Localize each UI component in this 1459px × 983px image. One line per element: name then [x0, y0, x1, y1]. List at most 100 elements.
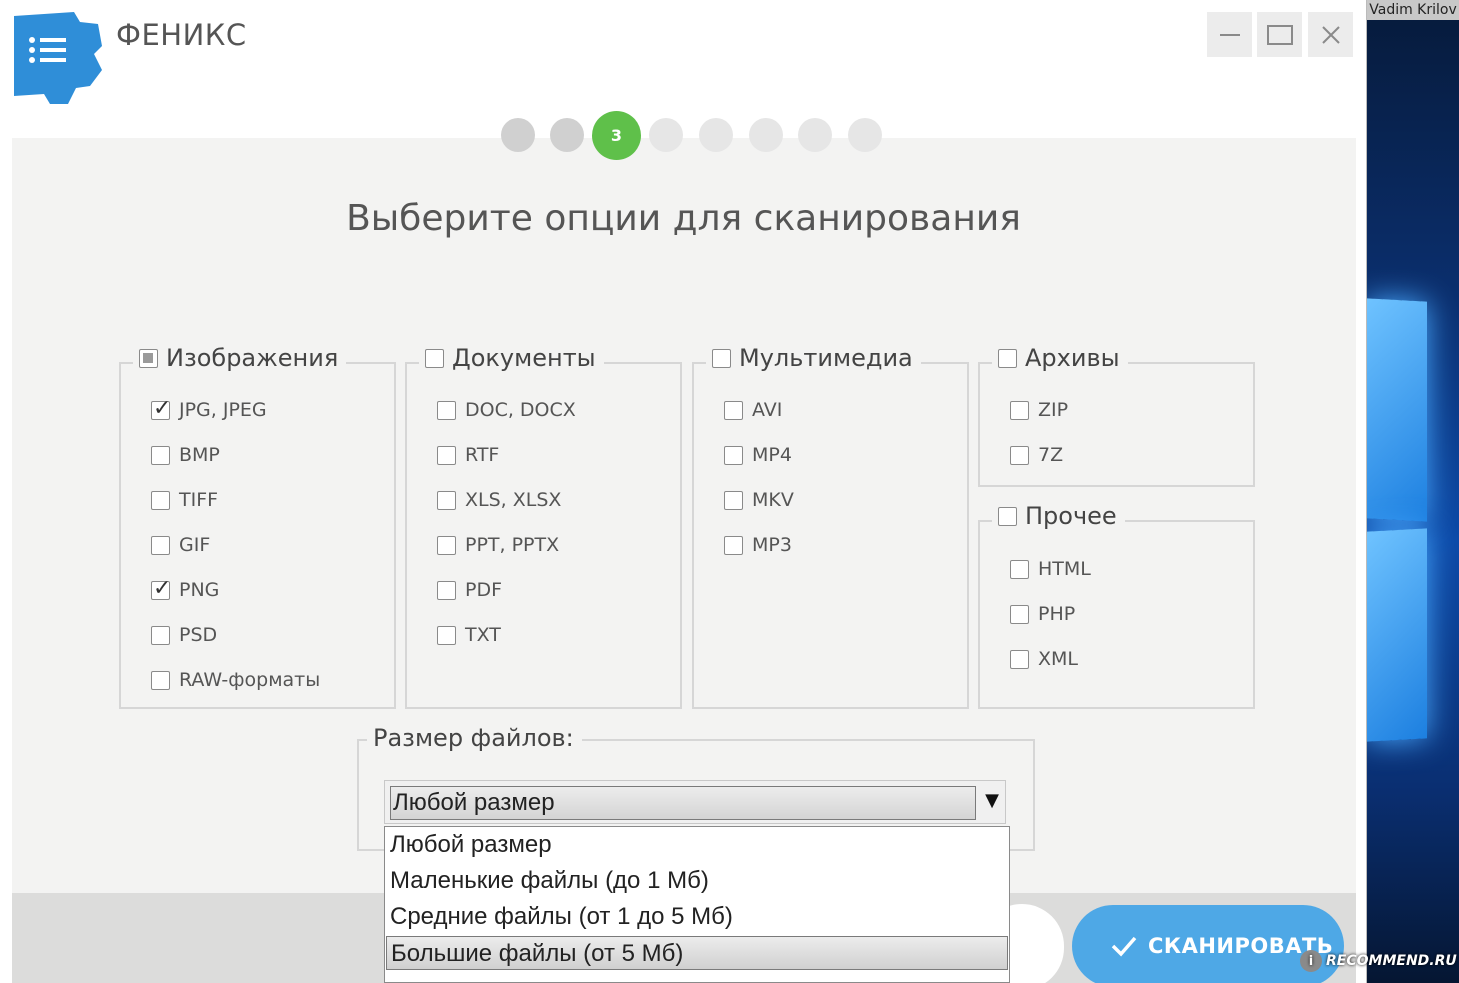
group-documents: Документы DOC, DOCX RTF XLS, XLSX PPT, P…	[405, 344, 682, 709]
group-archives-checkbox[interactable]	[998, 348, 1017, 368]
group-images-header[interactable]: Изображения	[133, 344, 347, 372]
option-jpg[interactable]: JPG, JPEG	[151, 396, 267, 421]
checkbox[interactable]	[1010, 445, 1029, 465]
group-documents-checkbox[interactable]	[425, 348, 444, 368]
checkbox[interactable]	[724, 490, 743, 510]
windows-logo-pane	[1367, 528, 1427, 742]
checkbox[interactable]	[1010, 400, 1029, 420]
checkbox[interactable]	[437, 445, 456, 465]
option-php[interactable]: PHP	[1010, 603, 1075, 625]
option-html[interactable]: HTML	[1010, 558, 1091, 580]
group-archives-label: Архивы	[1025, 344, 1120, 372]
checkbox[interactable]	[724, 535, 743, 555]
group-other-checkbox[interactable]	[998, 506, 1017, 526]
group-documents-label: Документы	[452, 344, 596, 372]
file-size-label: Размер файлов:	[367, 724, 582, 752]
checkbox[interactable]	[151, 535, 170, 555]
option-label: ZIP	[1038, 399, 1069, 421]
user-name-label: Vadim Krilov	[1367, 0, 1459, 20]
wizard-step	[699, 118, 733, 152]
group-documents-header[interactable]: Документы	[419, 344, 604, 372]
app-title: ФЕНИКС	[116, 18, 247, 52]
option-gif[interactable]: GIF	[151, 534, 210, 556]
option-label: TIFF	[179, 489, 219, 511]
close-icon	[1321, 25, 1340, 44]
dropdown-option[interactable]: Средние файлы (от 1 до 5 Мб)	[386, 900, 1008, 934]
app-window: ФЕНИКС 3 Выберите опции для сканирования…	[0, 0, 1367, 983]
wizard-step	[649, 118, 683, 152]
option-raw[interactable]: RAW-форматы	[151, 669, 320, 691]
option-label: AVI	[752, 399, 783, 421]
option-label: GIF	[179, 534, 211, 556]
option-avi[interactable]: AVI	[724, 399, 782, 421]
file-size-dropdown-list: Любой размер Маленькие файлы (до 1 Мб) С…	[384, 826, 1010, 983]
dropdown-option[interactable]: Маленькие файлы (до 1 Мб)	[386, 864, 1008, 898]
option-xml[interactable]: XML	[1010, 648, 1078, 670]
checkbox[interactable]	[151, 445, 170, 465]
option-label: XLS, XLSX	[465, 489, 562, 511]
page-title: Выберите опции для сканирования	[346, 198, 1021, 239]
option-bmp[interactable]: BMP	[151, 444, 220, 466]
option-label: DOC, DOCX	[465, 399, 576, 421]
minimize-icon	[1219, 33, 1240, 36]
wizard-step	[848, 118, 882, 152]
option-label: RTF	[465, 444, 500, 466]
option-7z[interactable]: 7Z	[1010, 444, 1063, 466]
checkbox[interactable]	[151, 576, 171, 601]
maximize-button[interactable]	[1257, 12, 1302, 57]
option-label: XML	[1038, 648, 1078, 670]
group-other-header[interactable]: Прочее	[992, 502, 1125, 530]
group-images: Изображения JPG, JPEG BMP TIFF GIF PNG P…	[119, 344, 396, 709]
checkbox[interactable]	[437, 535, 456, 555]
option-ppt[interactable]: PPT, PPTX	[437, 534, 559, 556]
checkbox[interactable]	[437, 490, 456, 510]
group-archives-header[interactable]: Архивы	[992, 344, 1128, 372]
option-label: MP3	[752, 534, 792, 556]
option-doc[interactable]: DOC, DOCX	[437, 399, 576, 421]
option-label: MKV	[752, 489, 794, 511]
dropdown-option-highlighted[interactable]: Большие файлы (от 5 Мб)	[386, 936, 1008, 970]
checkbox[interactable]	[151, 625, 170, 645]
checkbox[interactable]	[1010, 604, 1029, 624]
option-png[interactable]: PNG	[151, 576, 220, 601]
option-pdf[interactable]: PDF	[437, 579, 502, 601]
minimize-button[interactable]	[1207, 12, 1252, 57]
group-multimedia-header[interactable]: Мультимедиа	[706, 344, 921, 372]
triangle-down-icon[interactable]: ▼	[985, 790, 999, 811]
option-zip[interactable]: ZIP	[1010, 399, 1068, 421]
option-mp4[interactable]: MP4	[724, 444, 792, 466]
group-images-checkbox[interactable]	[139, 348, 158, 368]
checkbox[interactable]	[1010, 559, 1029, 579]
group-other-label: Прочее	[1025, 502, 1117, 530]
option-label: BMP	[179, 444, 220, 466]
wizard-step	[798, 118, 832, 152]
option-label: PNG	[179, 579, 220, 601]
checkbox[interactable]	[437, 625, 456, 645]
close-button[interactable]	[1308, 12, 1353, 57]
option-mkv[interactable]: MKV	[724, 489, 794, 511]
option-tiff[interactable]: TIFF	[151, 489, 218, 511]
watermark: i RECOMMEND.RU	[1300, 948, 1457, 974]
option-psd[interactable]: PSD	[151, 624, 217, 646]
option-xls[interactable]: XLS, XLSX	[437, 489, 561, 511]
option-label: JPG, JPEG	[179, 399, 267, 421]
option-mp3[interactable]: MP3	[724, 534, 792, 556]
group-multimedia-checkbox[interactable]	[712, 348, 731, 368]
checkbox[interactable]	[151, 396, 171, 421]
checkbox[interactable]	[724, 445, 743, 465]
checkbox[interactable]	[437, 580, 456, 600]
option-txt[interactable]: TXT	[437, 624, 501, 646]
group-archives: Архивы ZIP 7Z	[978, 344, 1255, 487]
checkbox[interactable]	[151, 670, 170, 690]
option-label: PHP	[1038, 603, 1076, 625]
checkbox[interactable]	[151, 490, 170, 510]
watermark-badge: i	[1300, 950, 1322, 972]
option-rtf[interactable]: RTF	[437, 444, 499, 466]
checkbox[interactable]	[1010, 649, 1029, 669]
dropdown-option[interactable]: Любой размер	[386, 828, 1008, 862]
wizard-step	[550, 118, 584, 152]
checkbox[interactable]	[437, 400, 456, 420]
checkbox[interactable]	[724, 400, 743, 420]
file-size-select[interactable]: Любой размер ▼	[384, 780, 1006, 824]
windows-logo-pane	[1367, 298, 1427, 522]
